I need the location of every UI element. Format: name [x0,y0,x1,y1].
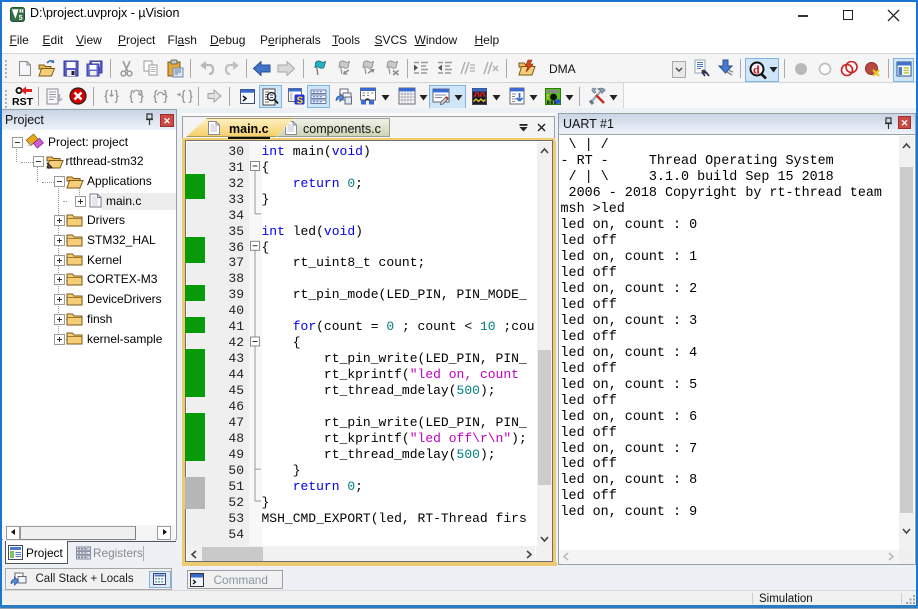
svg-text:d: d [753,63,760,77]
svg-text:5: 5 [19,15,23,22]
svg-text:RST: RST [12,96,34,108]
svg-text:S: S [297,96,304,106]
